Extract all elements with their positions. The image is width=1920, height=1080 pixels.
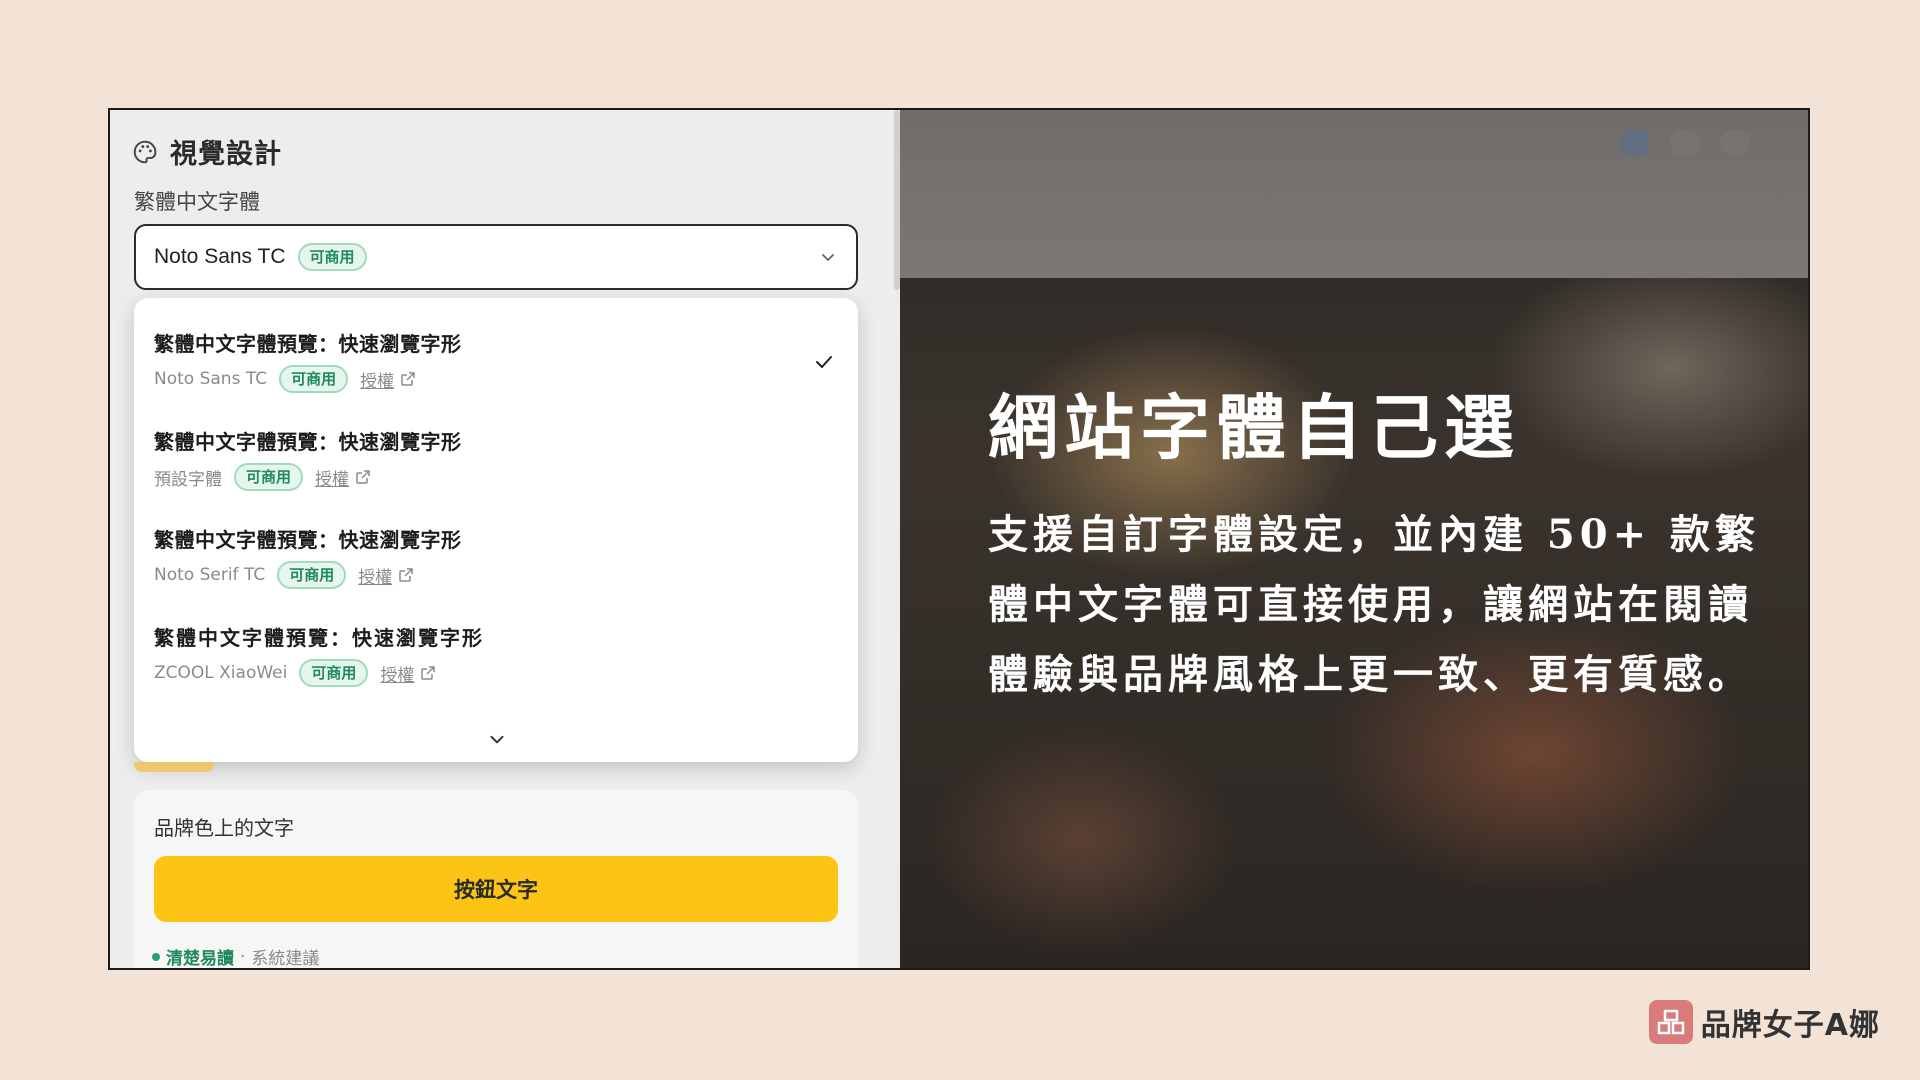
chevron-down-icon[interactable] xyxy=(818,247,838,267)
commercial-badge: 可商用 xyxy=(299,659,369,687)
license-link[interactable]: 授權 xyxy=(380,661,414,686)
external-link-icon[interactable] xyxy=(420,665,436,681)
font-option-default[interactable]: 繁體中文字體預覽：快速瀏覽字形 預設字體 可商用 授權 xyxy=(154,426,814,491)
check-icon xyxy=(816,356,832,368)
license-link[interactable]: 授權 xyxy=(360,367,394,392)
commercial-badge: 可商用 xyxy=(297,243,367,271)
option-font-name: Noto Sans TC xyxy=(154,369,268,389)
brand-watermark: 品牌女子A娜 xyxy=(1648,1000,1880,1044)
font-option-noto-sans-tc[interactable]: 繁體中文字體預覽：快速瀏覽字形 Noto Sans TC 可商用 授權 xyxy=(154,328,814,393)
license-link[interactable]: 授權 xyxy=(358,563,392,588)
font-option-noto-serif-tc[interactable]: 繁體中文字體預覽：快速瀏覽字形 Noto Serif TC 可商用 授權 xyxy=(154,524,814,589)
panel-title: 視覺設計 xyxy=(170,139,282,170)
app-window: 視覺設計 繁體中文字體 Noto Sans TC 可商用 繁體中文字體預覽：快速… xyxy=(108,108,1810,970)
commercial-badge: 可商用 xyxy=(279,365,349,393)
brand-text-card: 品牌色上的文字 按鈕文字 清楚易讀 · 系統建議 xyxy=(134,790,858,969)
font-field-label: 繁體中文字體 xyxy=(134,190,260,214)
option-font-name: 預設字體 xyxy=(154,469,222,490)
hidden-color-swatch xyxy=(134,762,214,772)
option-font-name: Noto Serif TC xyxy=(154,565,266,585)
hint-status: 清楚易讀 xyxy=(166,949,234,969)
selected-font: Noto Sans TC xyxy=(154,245,286,268)
hint-source: 系統建議 xyxy=(251,949,320,969)
status-dot xyxy=(152,952,160,961)
option-preview: 繁體中文字體預覽：快速瀏覽字形 xyxy=(154,528,462,552)
hero-body: 支援自訂字體設定，並內建 50+ 款繁體中文字體可直接使用，讓網站在閱讀體驗與品… xyxy=(988,511,1761,698)
brand-logo-icon xyxy=(1648,1000,1693,1044)
external-link-icon[interactable] xyxy=(355,469,371,485)
license-link[interactable]: 授權 xyxy=(315,465,349,490)
readability-hint: 清楚易讀 · 系統建議 xyxy=(152,944,320,969)
option-preview: 繁體中文字體預覽：快速瀏覽字形 xyxy=(154,430,462,454)
palette-icon xyxy=(133,140,157,163)
preview-nav-bar xyxy=(900,110,1808,278)
brand-name: 品牌女子A娜 xyxy=(1700,1008,1880,1043)
external-link-icon[interactable] xyxy=(398,567,414,583)
panel-header: 視覺設計 xyxy=(132,132,282,171)
sample-button[interactable]: 按鈕文字 xyxy=(154,856,838,922)
option-font-name: ZCOOL XiaoWei xyxy=(154,663,288,683)
commercial-badge: 可商用 xyxy=(277,561,347,589)
font-dropdown-list: 繁體中文字體預覽：快速瀏覽字形 Noto Sans TC 可商用 授權 繁體中文… xyxy=(134,298,858,762)
external-link-icon[interactable] xyxy=(400,371,416,387)
option-preview: 繁體中文字體預覽：快速瀏覽字形 xyxy=(154,332,462,356)
card-label: 品牌色上的文字 xyxy=(154,816,294,840)
font-option-zcool-xiaowei[interactable]: 繁體中文字體預覽：快速瀏覽字形 ZCOOL XiaoWei 可商用 授權 xyxy=(154,622,814,687)
option-preview: 繁體中文字體預覽：快速瀏覽字形 xyxy=(154,626,484,650)
website-preview: 網站字體自己選 支援自訂字體設定，並內建 50+ 款繁體中文字體可直接使用，讓網… xyxy=(900,110,1808,968)
hint-separator: · xyxy=(240,946,246,967)
visual-design-panel: 視覺設計 繁體中文字體 Noto Sans TC 可商用 繁體中文字體預覽：快速… xyxy=(110,110,896,968)
hero-headline: 網站字體自己選 xyxy=(988,386,1520,469)
scroll-more-chevron-icon[interactable] xyxy=(486,728,508,750)
commercial-badge: 可商用 xyxy=(234,463,304,491)
font-select[interactable]: Noto Sans TC 可商用 xyxy=(134,224,858,290)
